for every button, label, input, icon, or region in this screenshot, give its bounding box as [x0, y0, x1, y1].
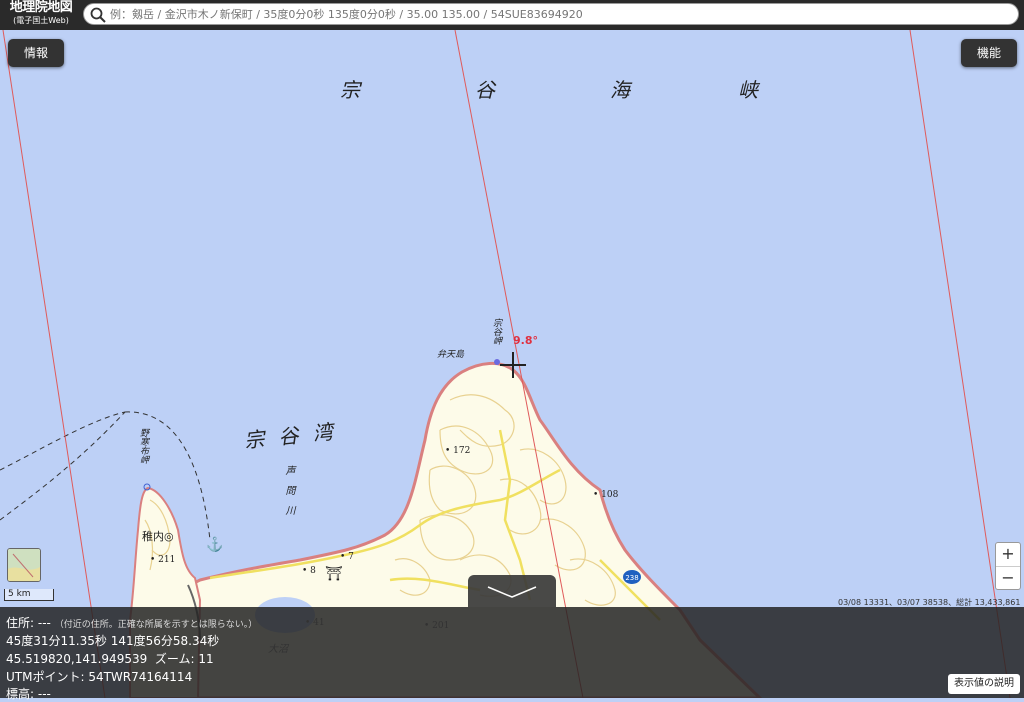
address-row: 住所: --- （付近の住所。正確な所属を示すとは限らない。）: [6, 614, 257, 631]
strait-char-4: 峡: [738, 78, 758, 102]
address-note: （付近の住所。正確な所属を示すとは限らない。）: [54, 620, 258, 630]
function-button[interactable]: 機能: [961, 39, 1017, 67]
decimal-coords: 45.519820,141.949539: [6, 652, 148, 666]
map-thumbnail-icon: [8, 549, 40, 581]
search-input[interactable]: [110, 5, 990, 23]
layer-switch-button[interactable]: [7, 548, 41, 582]
value-explanation-button[interactable]: 表示値の説明: [948, 674, 1020, 694]
elev-211: • 211: [150, 555, 176, 565]
zoom-out-button[interactable]: −: [996, 567, 1020, 590]
search-box[interactable]: [83, 3, 1019, 25]
svg-text:238: 238: [625, 574, 638, 582]
app-logo[interactable]: 地理院地図 (電子国土Web): [2, 0, 80, 30]
panel-toggle-tab[interactable]: [468, 575, 556, 607]
zoom-control: + −: [995, 542, 1021, 590]
declination-label: 9.8°: [513, 334, 538, 347]
noshappu-label: 野寒布岬: [138, 428, 148, 464]
benten-point: [494, 359, 500, 365]
zoom-in-button[interactable]: +: [996, 543, 1020, 567]
zoom-level: ズーム: 11: [154, 652, 214, 666]
decimal-row: 45.519820,141.949539 ズーム: 11: [6, 650, 214, 667]
route-238-marker: 238: [623, 570, 641, 584]
elev-172: • 172: [445, 446, 471, 456]
koetoi-label: 声問川: [283, 465, 294, 525]
logo-subtitle: (電子国土Web): [13, 16, 69, 25]
anchor-icon: ⚓: [206, 537, 224, 553]
wakkanai-label: 稚内◎: [142, 530, 174, 543]
logo-title: 地理院地図: [9, 0, 73, 15]
search-icon[interactable]: [89, 6, 107, 24]
shrine-icon: ⛩: [325, 566, 343, 582]
chevron-down-icon: [487, 586, 537, 598]
elev-8: • 8: [302, 566, 316, 576]
benten-label: 弁天島: [437, 350, 465, 360]
address-value: 住所: ---: [6, 616, 51, 630]
location-info-panel: 住所: --- （付近の住所。正確な所属を示すとは限らない。） 45度31分11…: [0, 607, 1024, 701]
strait-char-1: 宗: [340, 78, 360, 102]
strait-char-3: 海: [610, 78, 630, 102]
elevation: 標高: ---: [6, 687, 51, 701]
cape-label: 宗谷岬: [491, 318, 501, 345]
elev-7: • 7: [340, 552, 354, 562]
dms-coords: 45度31分11.35秒 141度56分58.34秒: [6, 634, 220, 648]
info-button[interactable]: 情報: [8, 39, 64, 67]
utm-point: UTMポイント: 54TWR74164114: [6, 670, 193, 684]
elev-108: • 108: [593, 490, 619, 500]
scale-bar: 5 km: [4, 589, 54, 601]
top-bar: 地理院地図 (電子国土Web): [0, 0, 1024, 30]
strait-char-2: 谷: [475, 78, 495, 102]
